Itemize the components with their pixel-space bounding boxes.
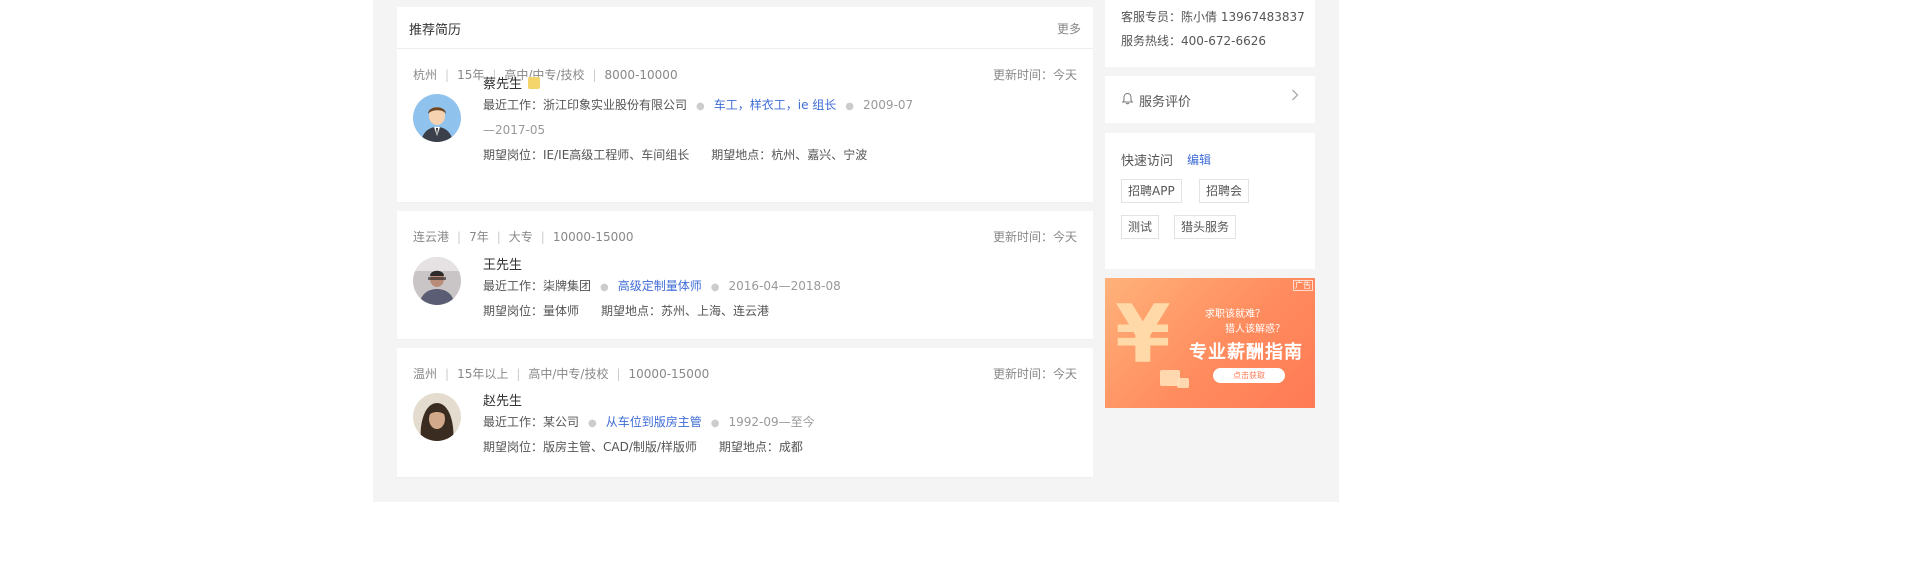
resume-info: 赵先生 最近工作：某公司 ● 从车位到版房主管 ● 1992-09—至今 期望岗位：版房… <box>483 394 815 454</box>
resume-card[interactable]: 杭州 | 15年 | 高中/中专/技校 | 8000-10000 更新时间：今天 蔡先生 最… <box>397 49 1093 203</box>
ad-question-1: 求职该就难？ <box>1205 309 1265 320</box>
quick-access-edit-link[interactable]: 编辑 <box>1187 151 1211 168</box>
avatar-photo-icon <box>413 257 461 305</box>
work-period-end: —2017-05 <box>483 123 546 137</box>
meta-city: 杭州 <box>413 68 438 82</box>
expected-location: 期望地点：成都 <box>718 440 803 454</box>
recent-position: 车工，样衣工，ie 组长 <box>713 98 837 112</box>
bell-icon <box>1121 92 1134 108</box>
candidate-name[interactable]: 蔡先生 <box>483 77 522 92</box>
meta-city: 连云港 <box>413 230 450 244</box>
avatar[interactable] <box>413 257 461 305</box>
section-title: 推荐简历 <box>409 23 462 38</box>
section-header: 推荐简历 更多 <box>397 7 1093 49</box>
service-evaluation-label: 服务评价 <box>1139 95 1192 110</box>
avatar[interactable] <box>413 94 461 142</box>
service-info-card: 客服专员：陈小倩 13967483837 服务热线：400-672-6626 <box>1105 0 1315 67</box>
work-period: 1992-09—至今 <box>728 415 815 429</box>
expected-position: 期望岗位：IE/IE高级工程师、车间组长 <box>483 148 690 162</box>
yen-icon: ¥ <box>1115 288 1171 381</box>
resume-info: 蔡先生 最近工作：浙江印象实业股份有限公司 ● 车工，样衣工，ie 组长 ● 2009-… <box>483 77 914 162</box>
meta-experience: 7年 <box>469 230 489 244</box>
quick-access-title: 快速访问 <box>1121 154 1174 169</box>
update-time: 更新时间：今天 <box>992 68 1077 82</box>
candidate-name[interactable]: 王先生 <box>483 258 522 273</box>
expected-position: 期望岗位：量体师 <box>483 304 580 318</box>
vip-badge-icon <box>528 77 541 89</box>
salary-guide-ad-banner[interactable]: ¥ 求职该就难？ 猎人该解惑？ 专业薪酬指南 点击获取 广告 <box>1105 278 1315 408</box>
ad-box-decoration <box>1177 378 1189 388</box>
expected-position: 期望岗位：版房主管、CAD/制版/样版师 <box>483 440 697 454</box>
meta-education: 高中/中专/技校 <box>528 367 609 381</box>
service-person: 客服专员：陈小倩 13967483837 <box>1121 10 1305 24</box>
ad-headline: 专业薪酬指南 <box>1189 342 1303 363</box>
chevron-right-icon <box>1291 89 1299 105</box>
service-evaluation-link[interactable]: 服务评价 <box>1105 76 1315 123</box>
expected-location: 期望地点：杭州、嘉兴、宁波 <box>711 148 868 162</box>
quick-tag[interactable]: 招聘会 <box>1199 179 1250 203</box>
resume-meta: 连云港 | 7年 | 大专 | 10000-15000 <box>413 230 634 244</box>
resume-meta: 温州 | 15年以上 | 高中/中专/技校 | 10000-15000 <box>413 367 710 381</box>
update-time: 更新时间：今天 <box>992 367 1077 381</box>
ad-question-2: 猎人该解惑？ <box>1225 324 1285 335</box>
meta-salary: 10000-15000 <box>628 367 710 381</box>
expected-location: 期望地点：苏州、上海、连云港 <box>601 304 770 318</box>
resume-card[interactable]: 连云港 | 7年 | 大专 | 10000-15000 更新时间：今天 王先生 最近工作：柒… <box>397 211 1093 340</box>
recent-work: 最近工作：浙江印象实业股份有限公司 <box>483 98 688 112</box>
update-time: 更新时间：今天 <box>992 230 1077 244</box>
quick-access-card: 快速访问 编辑 招聘APP 招聘会 测试 猎头服务 <box>1105 133 1315 269</box>
quick-tag[interactable]: 猎头服务 <box>1174 215 1237 239</box>
work-period: 2016-04—2018-08 <box>728 279 841 293</box>
recent-work: 最近工作：某公司 <box>483 415 580 429</box>
work-period: 2009-07 <box>863 98 914 112</box>
avatar[interactable] <box>413 393 461 441</box>
ad-label: 广告 <box>1293 280 1313 291</box>
resume-info: 王先生 最近工作：柒牌集团 ● 高级定制量体师 ● 2016-04—2018-08 期望… <box>483 258 841 318</box>
meta-city: 温州 <box>413 367 438 381</box>
quick-tag[interactable]: 测试 <box>1121 215 1160 239</box>
service-phone: 服务热线：400-672-6626 <box>1121 34 1267 48</box>
recent-work: 最近工作：柒牌集团 <box>483 279 592 293</box>
avatar-photo-icon <box>413 393 461 441</box>
meta-salary: 10000-15000 <box>552 230 634 244</box>
ad-button[interactable]: 点击获取 <box>1213 368 1285 383</box>
avatar-cartoon-icon <box>413 94 461 142</box>
candidate-name[interactable]: 赵先生 <box>483 394 522 409</box>
meta-experience: 15年 <box>457 68 485 82</box>
recent-position: 高级定制量体师 <box>617 279 702 293</box>
meta-education: 大专 <box>508 230 533 244</box>
more-link[interactable]: 更多 <box>1057 20 1081 37</box>
recent-position: 从车位到版房主管 <box>605 415 702 429</box>
quick-tag[interactable]: 招聘APP <box>1121 179 1182 203</box>
resume-card[interactable]: 温州 | 15年以上 | 高中/中专/技校 | 10000-15000 更新时间：今天 赵先… <box>397 348 1093 478</box>
meta-experience: 15年以上 <box>457 367 509 381</box>
